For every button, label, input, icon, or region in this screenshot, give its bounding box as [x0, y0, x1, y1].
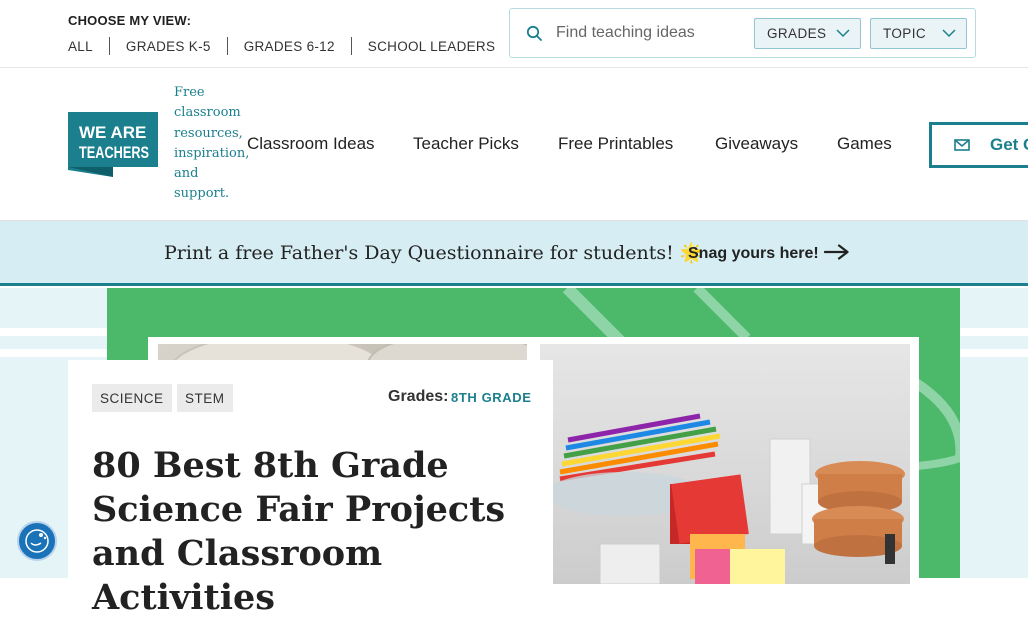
view-grades-6-12-link[interactable]: GRADES 6-12: [244, 39, 335, 54]
tag-science[interactable]: SCIENCE: [92, 384, 172, 412]
nav-free-printables[interactable]: Free Printables: [558, 134, 673, 154]
view-selector: ALL GRADES K-5 GRADES 6-12 SCHOOL LEADER…: [68, 37, 495, 55]
nav-teacher-picks[interactable]: Teacher Picks: [413, 134, 519, 154]
newsletter-button[interactable]: Get Ou: [929, 122, 1028, 168]
promo-link[interactable]: Snag yours here!: [688, 245, 819, 263]
site-tagline: Free classroom resources, inspiration, a…: [174, 85, 250, 202]
choose-view-label: CHOOSE MY VIEW:: [68, 13, 192, 28]
topic-dropdown-label: TOPIC: [883, 26, 927, 41]
search-input[interactable]: [556, 19, 756, 47]
article-card: SCIENCE STEM Grades: 8TH GRADE 80 Best 8…: [68, 360, 553, 618]
nav-classroom-ideas[interactable]: Classroom Ideas: [247, 134, 375, 154]
logo-line-2: TEACHERS: [79, 143, 149, 162]
divider: [108, 37, 110, 55]
topic-dropdown[interactable]: TOPIC: [870, 18, 967, 49]
grade-link[interactable]: 8TH GRADE: [451, 390, 532, 405]
we-are-teachers-logo[interactable]: WE ARE TEACHERS: [68, 112, 158, 177]
grades-dropdown-label: GRADES: [767, 26, 827, 41]
nav-giveaways[interactable]: Giveaways: [715, 134, 798, 154]
nav-games[interactable]: Games: [837, 134, 892, 154]
arrow-right-icon[interactable]: [824, 244, 850, 260]
view-grades-k5-link[interactable]: GRADES K-5: [126, 39, 211, 54]
view-all-link[interactable]: ALL: [68, 39, 93, 54]
chevron-down-icon: [942, 29, 956, 38]
view-school-leaders-link[interactable]: SCHOOL LEADERS: [368, 39, 496, 54]
promo-message: Print a free Father's Day Questionnaire …: [164, 242, 674, 264]
mail-icon: [954, 139, 970, 151]
article-title: 80 Best 8th Grade Science Fair Projects …: [92, 445, 506, 618]
logo-line-1: WE ARE: [79, 123, 146, 142]
newsletter-button-label: Get Ou: [990, 135, 1028, 154]
grades-dropdown[interactable]: GRADES: [754, 18, 861, 49]
divider: [226, 37, 228, 55]
science-supplies-illustration: [545, 413, 905, 584]
featured-image-right: [540, 344, 910, 584]
promo-banner: Print a free Father's Day Questionnaire …: [0, 221, 1028, 286]
search-icon[interactable]: [526, 25, 543, 42]
grades-label: Grades:: [388, 388, 449, 405]
chevron-down-icon: [836, 29, 850, 38]
site-header: WE ARE TEACHERS Free classroom resources…: [0, 68, 1028, 221]
top-bar: CHOOSE MY VIEW: ALL GRADES K-5 GRADES 6-…: [0, 0, 1028, 68]
search-bar: GRADES TOPIC: [509, 8, 976, 58]
divider: [350, 37, 352, 55]
promo-text: Print a free Father's Day Questionnaire …: [164, 241, 703, 264]
accessibility-icon: [25, 529, 49, 553]
accessibility-button[interactable]: [17, 521, 57, 561]
tag-stem[interactable]: STEM: [177, 384, 233, 412]
